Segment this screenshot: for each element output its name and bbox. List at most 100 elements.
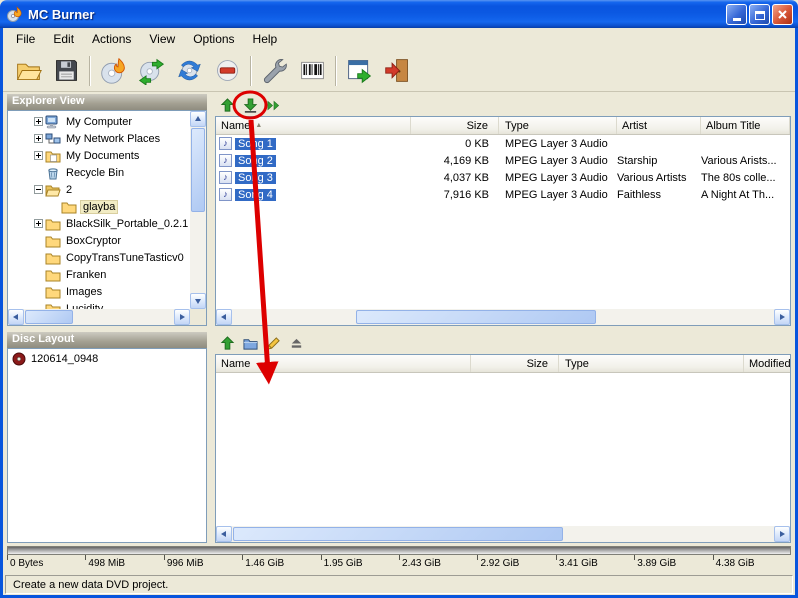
menu-item-view[interactable]: View	[140, 29, 184, 49]
close-button[interactable]	[772, 4, 793, 25]
tree-item-lucidity[interactable]: Lucidity	[8, 300, 190, 309]
explorer-view-panel: Explorer View My Computer My Network Pla…	[7, 94, 207, 326]
scroll-right-button[interactable]	[174, 309, 190, 325]
tree-item-copytranstunetastic[interactable]: CopyTransTuneTasticv0	[8, 249, 190, 266]
column-header-name[interactable]: Name	[216, 355, 471, 372]
folder-icon	[45, 302, 61, 310]
music-note-icon: ♪	[219, 171, 232, 184]
tree-item-blacksilk[interactable]: BlackSilk_Portable_0.2.1	[8, 215, 190, 232]
burn-disc-icon	[99, 56, 128, 85]
file-type: MPEG Layer 3 Audio	[499, 189, 617, 201]
disc-list-horizontal-scrollbar[interactable]	[216, 526, 790, 542]
toolbar-separator	[335, 56, 336, 86]
new-folder-button[interactable]	[240, 333, 260, 353]
open-project-button[interactable]	[9, 53, 47, 89]
scroll-up-button[interactable]	[190, 111, 206, 127]
tree-item-glayba[interactable]: glayba	[8, 198, 190, 215]
disc-folder-up-button[interactable]	[217, 333, 237, 353]
scroll-thumb[interactable]	[25, 310, 73, 324]
file-row[interactable]: ♪Song 3 4,037 KB MPEG Layer 3 Audio Vari…	[216, 169, 790, 186]
tree-item-my-network-places[interactable]: My Network Places	[8, 130, 190, 147]
recycle-bin-icon	[45, 166, 61, 180]
pencil-icon	[266, 336, 281, 351]
scroll-right-button[interactable]	[774, 309, 790, 325]
column-header-name[interactable]: Name▲	[216, 117, 411, 134]
disc-root-item[interactable]: 120614_0948	[8, 349, 206, 367]
green-up-arrow-icon	[220, 336, 235, 351]
exit-button[interactable]	[378, 53, 416, 89]
column-header-size[interactable]: Size	[411, 117, 499, 134]
scroll-left-button[interactable]	[8, 309, 24, 325]
disc-label: 120614_0948	[31, 353, 98, 365]
status-field: Create a new data DVD project.	[5, 575, 793, 594]
copy-disc-button[interactable]	[132, 53, 170, 89]
eject-button[interactable]	[286, 333, 306, 353]
tree-vertical-scrollbar[interactable]	[190, 111, 206, 309]
tree-horizontal-scrollbar[interactable]	[8, 309, 190, 325]
menu-item-file[interactable]: File	[7, 29, 44, 49]
column-header-size[interactable]: Size	[471, 355, 559, 372]
tree-item-folder-2[interactable]: 2	[8, 181, 190, 198]
erase-disc-button[interactable]	[208, 53, 246, 89]
scroll-left-button[interactable]	[216, 309, 232, 325]
menu-item-edit[interactable]: Edit	[44, 29, 83, 49]
statusbar: Create a new data DVD project.	[3, 573, 795, 595]
disc-file-list: Name Size Type Modified	[215, 354, 791, 543]
convert-disc-button[interactable]	[170, 53, 208, 89]
file-list-horizontal-scrollbar[interactable]	[216, 309, 790, 325]
tree-item-images[interactable]: Images	[8, 283, 190, 300]
scroll-thumb[interactable]	[191, 128, 205, 212]
file-size: 4,169 KB	[411, 155, 499, 167]
tree-item-franken[interactable]: Franken	[8, 266, 190, 283]
tree-item-boxcryptor[interactable]: BoxCryptor	[8, 232, 190, 249]
scroll-thumb[interactable]	[356, 310, 596, 324]
add-to-disc-button[interactable]	[240, 95, 260, 115]
folder-up-button[interactable]	[217, 95, 237, 115]
settings-button[interactable]	[255, 53, 293, 89]
scroll-left-button[interactable]	[216, 526, 232, 542]
tree-item-label: 2	[64, 184, 74, 196]
add-all-to-disc-button[interactable]	[263, 95, 283, 115]
tree-item-my-computer[interactable]: My Computer	[8, 113, 190, 130]
maximize-button[interactable]	[749, 4, 770, 25]
save-project-button[interactable]	[47, 53, 85, 89]
column-header-artist[interactable]: Artist	[617, 117, 701, 134]
new-window-button[interactable]	[340, 53, 378, 89]
column-header-album[interactable]: Album Title	[701, 117, 790, 134]
blue-folder-icon	[243, 336, 258, 351]
column-header-type[interactable]: Type	[559, 355, 744, 372]
scroll-thumb[interactable]	[233, 527, 563, 541]
collapse-minus-icon[interactable]	[34, 185, 43, 194]
file-row[interactable]: ♪Song 4 7,916 KB MPEG Layer 3 Audio Fait…	[216, 186, 790, 203]
column-header-type[interactable]: Type	[499, 117, 617, 134]
expand-plus-icon[interactable]	[34, 151, 43, 160]
column-label: Name	[221, 120, 250, 132]
capacity-tick: 3.89 GiB	[634, 555, 712, 571]
scroll-down-button[interactable]	[190, 293, 206, 309]
rename-button[interactable]	[263, 333, 283, 353]
open-folder-icon	[14, 56, 43, 85]
file-size: 4,037 KB	[411, 172, 499, 184]
titlebar[interactable]: MC Burner	[0, 0, 798, 28]
minimize-button[interactable]	[726, 4, 747, 25]
erase-disc-icon	[213, 56, 242, 85]
menu-item-help[interactable]: Help	[244, 29, 287, 49]
tree-item-recycle-bin[interactable]: Recycle Bin	[8, 164, 190, 181]
column-header-modified[interactable]: Modified	[744, 355, 790, 372]
file-row[interactable]: ♪Song 1 0 KB MPEG Layer 3 Audio	[216, 135, 790, 152]
burn-disc-button[interactable]	[94, 53, 132, 89]
eject-icon	[289, 336, 304, 351]
menu-item-options[interactable]: Options	[184, 29, 243, 49]
file-browser-panel: Name▲ Size Type Artist Album Title ♪Song…	[215, 94, 791, 326]
capacity-tick: 2.92 GiB	[477, 555, 555, 571]
expand-plus-icon[interactable]	[34, 117, 43, 126]
scroll-right-button[interactable]	[774, 526, 790, 542]
tree-item-my-documents[interactable]: My Documents	[8, 147, 190, 164]
menu-item-actions[interactable]: Actions	[83, 29, 140, 49]
file-row[interactable]: ♪Song 2 4,169 KB MPEG Layer 3 Audio Star…	[216, 152, 790, 169]
music-note-icon: ♪	[219, 188, 232, 201]
capacity-bar	[7, 546, 791, 555]
expand-plus-icon[interactable]	[34, 134, 43, 143]
barcode-button[interactable]	[293, 53, 331, 89]
expand-plus-icon[interactable]	[34, 219, 43, 228]
